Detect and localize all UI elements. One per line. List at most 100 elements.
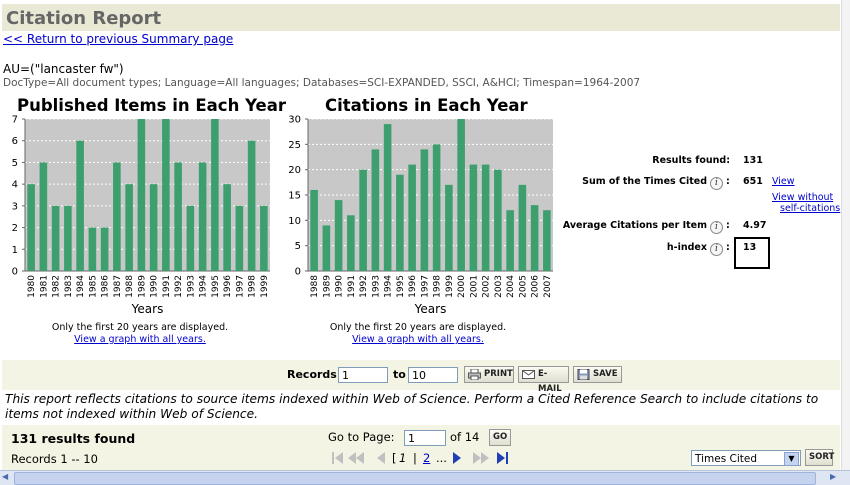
y-tick-label: 1 [12, 245, 18, 256]
x-tick-label: 1999 [445, 275, 455, 298]
x-tick-label: 2006 [531, 275, 541, 298]
save-button[interactable]: SAVE [573, 366, 622, 383]
x-tick-label: 2004 [506, 275, 516, 298]
y-tick-label: 20 [288, 165, 301, 176]
chart-bar [235, 205, 244, 271]
x-tick-label: 1990 [335, 275, 345, 298]
view-citing-articles-link[interactable]: View [772, 176, 795, 187]
go-button[interactable]: GO [489, 429, 511, 446]
published-items-chart: 0 1 2 3 4 5 6 7 1980 1981 1982 1983 1984 1985 1986 1987… [12, 115, 270, 316]
print-button[interactable]: PRINT [464, 366, 514, 383]
sort-select[interactable]: Times Cited ▼ [691, 450, 801, 466]
x-tick-label: 1999 [260, 275, 270, 298]
average-citations-label: Average Citations per Item [562, 220, 707, 231]
x-axis-label: Years [131, 302, 164, 316]
previous-ten-icon[interactable] [348, 452, 364, 464]
x-tick-label: 1988 [125, 275, 135, 298]
scroll-right-icon[interactable]: ▶ [830, 472, 842, 483]
x-tick-label: 2005 [518, 275, 528, 298]
chart-bar [149, 184, 158, 271]
x-tick-label: 2007 [543, 275, 553, 298]
previous-page-icon[interactable] [377, 452, 385, 464]
sort-selected-value: Times Cited [695, 453, 757, 465]
records-range: Records 1 -- 10 [11, 452, 98, 466]
y-tick-label: 0 [12, 267, 18, 278]
x-tick-label: 1996 [223, 275, 233, 298]
records-label: Records [287, 368, 337, 381]
info-icon[interactable]: i [710, 243, 723, 256]
page-2-link[interactable]: 2 [423, 451, 430, 465]
view-all-years-link-citations[interactable]: View a graph with all years. [298, 334, 538, 345]
records-output-bar: Records 1 to 10 PRINT E-MAIL SAVE [2, 360, 840, 394]
chart-bar [445, 184, 453, 271]
records-to-input[interactable]: 10 [408, 367, 458, 383]
chart-bar [247, 140, 256, 271]
printer-icon [468, 369, 481, 380]
x-tick-label: 1990 [150, 275, 160, 298]
results-navigation-bar: 131 results found Records 1 -- 10 Go to … [2, 425, 840, 470]
y-tick-label: 5 [295, 241, 301, 252]
chart-note-citations: Only the first 20 years are displayed. [329, 322, 507, 333]
chart-bar [88, 227, 97, 271]
x-tick-label: 1987 [113, 275, 123, 298]
email-button[interactable]: E-MAIL [518, 366, 569, 394]
chart-bar [27, 184, 35, 271]
info-icon[interactable]: i [710, 221, 723, 234]
x-tick-label: 1989 [137, 275, 147, 298]
view-without-self-citations-link-2[interactable]: self-citations [780, 203, 840, 214]
chart-bar [113, 162, 121, 271]
sum-times-cited-value: 651 [743, 176, 763, 187]
view-without-self-citations-link[interactable]: View without [772, 192, 833, 203]
x-tick-label: 1991 [162, 275, 172, 298]
x-tick-label: 1984 [76, 275, 86, 298]
first-page-icon[interactable] [332, 452, 343, 464]
x-tick-label: 1981 [39, 275, 49, 298]
x-tick-label: 1985 [88, 275, 98, 298]
y-tick-label: 2 [12, 223, 18, 234]
chevron-down-icon[interactable]: ▼ [784, 452, 799, 466]
chart-bar [39, 162, 48, 271]
x-tick-label: 2002 [482, 275, 492, 298]
chart-bar [432, 144, 441, 271]
envelope-icon [522, 370, 535, 379]
current-page: 1 [399, 451, 407, 465]
scrollbar-thumb[interactable] [14, 472, 816, 485]
chart-bar [51, 205, 60, 271]
results-found-label: Results found: [652, 155, 730, 166]
view-all-years-link-published[interactable]: View a graph with all years. [20, 334, 260, 345]
sort-button[interactable]: SORT [805, 449, 834, 466]
sum-times-cited-label: Sum of the Times Cited [582, 176, 707, 187]
chart-title-citations: Citations in Each Year [325, 96, 528, 115]
info-icon[interactable]: i [710, 177, 723, 190]
x-tick-label: 2000 [457, 275, 467, 298]
last-page-icon[interactable] [497, 452, 508, 464]
disclaimer-text: This report reflects citations to source… [5, 392, 819, 421]
chart-bar [506, 210, 514, 271]
y-tick-label: 30 [288, 115, 301, 126]
chart-bar [186, 205, 195, 271]
horizontal-scrollbar[interactable]: ◀ ▶ [0, 470, 850, 485]
chart-note-published: Only the first 20 years are displayed. [51, 322, 229, 333]
chart-bar [371, 149, 380, 271]
scroll-left-icon[interactable]: ◀ [2, 472, 14, 483]
x-tick-label: 1994 [384, 275, 394, 298]
chart-bar [420, 149, 429, 271]
y-tick-label: 15 [288, 191, 301, 202]
records-from-input[interactable]: 1 [338, 367, 388, 383]
page-ellipsis: ... [436, 451, 447, 465]
next-page-icon[interactable] [453, 452, 461, 464]
y-tick-label: 6 [12, 136, 18, 147]
colon: : [726, 176, 730, 187]
return-to-summary-link[interactable]: << Return to previous Summary page [3, 32, 233, 46]
citations-chart: 0 5 10 15 20 25 30 1988 1989 1990 1991 1992 1993 1994… [288, 115, 553, 316]
page-separator: | [413, 451, 417, 465]
chart-bar [64, 205, 72, 271]
average-citations-value: 4.97 [743, 220, 767, 231]
go-to-page-input[interactable]: 1 [404, 430, 446, 446]
next-ten-icon[interactable] [473, 452, 489, 464]
vertical-scrollbar[interactable] [841, 0, 850, 470]
x-tick-label: 1986 [101, 275, 111, 298]
x-tick-label: 1997 [235, 275, 245, 298]
chart-bar [76, 140, 84, 271]
chart-bar [198, 162, 207, 271]
